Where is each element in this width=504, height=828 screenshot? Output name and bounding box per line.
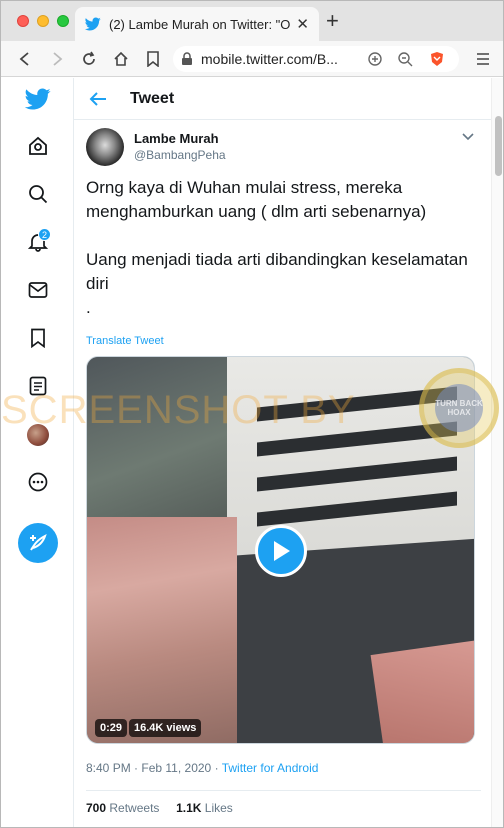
bookmarks-icon[interactable] xyxy=(25,325,51,351)
address-bar[interactable]: mobile.twitter.com/B... xyxy=(173,46,459,72)
twitter-logo-icon[interactable] xyxy=(25,86,51,112)
browser-toolbar: mobile.twitter.com/B... xyxy=(1,41,503,77)
url-text: mobile.twitter.com/B... xyxy=(201,51,338,67)
meta-separator: · xyxy=(134,761,139,775)
more-icon[interactable] xyxy=(25,469,51,495)
tweet-text-paragraph: Orng kaya di Wuhan mulai stress, mereka … xyxy=(86,178,427,221)
tweet-stats: 700 Retweets 1.1K Likes xyxy=(86,801,233,815)
page-title: Tweet xyxy=(130,90,175,107)
zoom-in-icon[interactable] xyxy=(367,51,383,67)
tweet-source-link[interactable]: Twitter for Android xyxy=(222,761,319,775)
twitter-bird-icon xyxy=(85,17,101,31)
lists-icon[interactable] xyxy=(25,373,51,399)
chevron-down-icon[interactable] xyxy=(462,132,474,142)
scrollbar-thumb[interactable] xyxy=(495,116,502,176)
author-handle[interactable]: @BambangPeha xyxy=(134,148,226,162)
divider xyxy=(86,790,481,791)
video-frame-banknotes xyxy=(87,517,237,743)
notification-count-badge: 2 xyxy=(38,228,51,241)
minimize-window-button[interactable] xyxy=(37,15,49,27)
likes-label[interactable]: Likes xyxy=(205,801,233,815)
back-arrow-icon[interactable] xyxy=(88,89,108,109)
video-view-count: 16.4K views xyxy=(129,719,202,737)
maximize-window-button[interactable] xyxy=(57,15,69,27)
video-duration: 0:29 xyxy=(95,719,128,737)
retweets-label[interactable]: Retweets xyxy=(109,801,159,815)
translate-tweet-link[interactable]: Translate Tweet xyxy=(86,335,164,347)
video-frame-banknotes xyxy=(370,639,474,743)
main-column: Tweet Lambe Murah @BambangPeha Orng kaya… xyxy=(74,78,491,827)
meta-separator: · xyxy=(214,761,219,775)
compose-tweet-icon xyxy=(30,534,47,551)
tweet-time: 8:40 PM xyxy=(86,761,131,775)
back-nav-icon[interactable] xyxy=(15,49,35,69)
brave-shield-icon[interactable] xyxy=(429,51,445,67)
forward-nav-icon[interactable] xyxy=(47,49,67,69)
search-icon[interactable] xyxy=(25,181,51,207)
likes-count[interactable]: 1.1K xyxy=(176,801,201,815)
close-tab-icon[interactable]: ✕ xyxy=(296,15,309,33)
page-header: Tweet xyxy=(74,78,491,120)
author-name[interactable]: Lambe Murah xyxy=(134,131,219,146)
browser-tab[interactable]: (2) Lambe Murah on Twitter: "Orng ✕ xyxy=(75,7,319,41)
page-content: 2 Tweet Lambe Murah @BambangPeha Orng ka… xyxy=(1,78,503,827)
scrollbar[interactable] xyxy=(491,78,503,827)
tweet-text: Orng kaya di Wuhan mulai stress, mereka … xyxy=(86,176,481,320)
home-icon[interactable] xyxy=(25,133,51,159)
bookmark-page-icon[interactable] xyxy=(143,49,163,69)
close-window-button[interactable] xyxy=(17,15,29,27)
tweet-video[interactable]: 0:29 16.4K views xyxy=(86,356,475,744)
tab-strip: (2) Lambe Murah on Twitter: "Orng ✕ + xyxy=(1,1,503,41)
home-nav-icon[interactable] xyxy=(111,49,131,69)
messages-icon[interactable] xyxy=(25,277,51,303)
author-avatar[interactable] xyxy=(86,128,124,166)
new-tab-button[interactable]: + xyxy=(326,10,339,32)
compose-tweet-button[interactable] xyxy=(18,523,58,563)
retweets-count[interactable]: 700 xyxy=(86,801,106,815)
lock-icon xyxy=(182,52,192,65)
tweet-metadata: 8:40 PM · Feb 11, 2020 · Twitter for And… xyxy=(86,761,318,775)
tab-title: (2) Lambe Murah on Twitter: "Orng xyxy=(109,16,291,32)
tweet-date: Feb 11, 2020 xyxy=(141,761,212,775)
tweet-text-paragraph: . xyxy=(86,298,91,317)
window-controls xyxy=(17,15,69,27)
turnbackhoax-seal: TURN BACK HOAX xyxy=(419,368,499,448)
seal-text: TURN BACK HOAX xyxy=(435,384,483,432)
play-icon xyxy=(274,541,290,561)
reload-icon[interactable] xyxy=(79,49,99,69)
browser-window: (2) Lambe Murah on Twitter: "Orng ✕ + mo… xyxy=(0,0,504,828)
tweet-text-paragraph: Uang menjadi tiada arti dibandingkan kes… xyxy=(86,250,468,293)
zoom-out-icon[interactable] xyxy=(397,51,413,67)
play-button[interactable] xyxy=(255,525,307,577)
sidebar: 2 xyxy=(1,78,74,827)
profile-avatar[interactable] xyxy=(27,424,49,446)
menu-icon[interactable] xyxy=(473,49,493,69)
